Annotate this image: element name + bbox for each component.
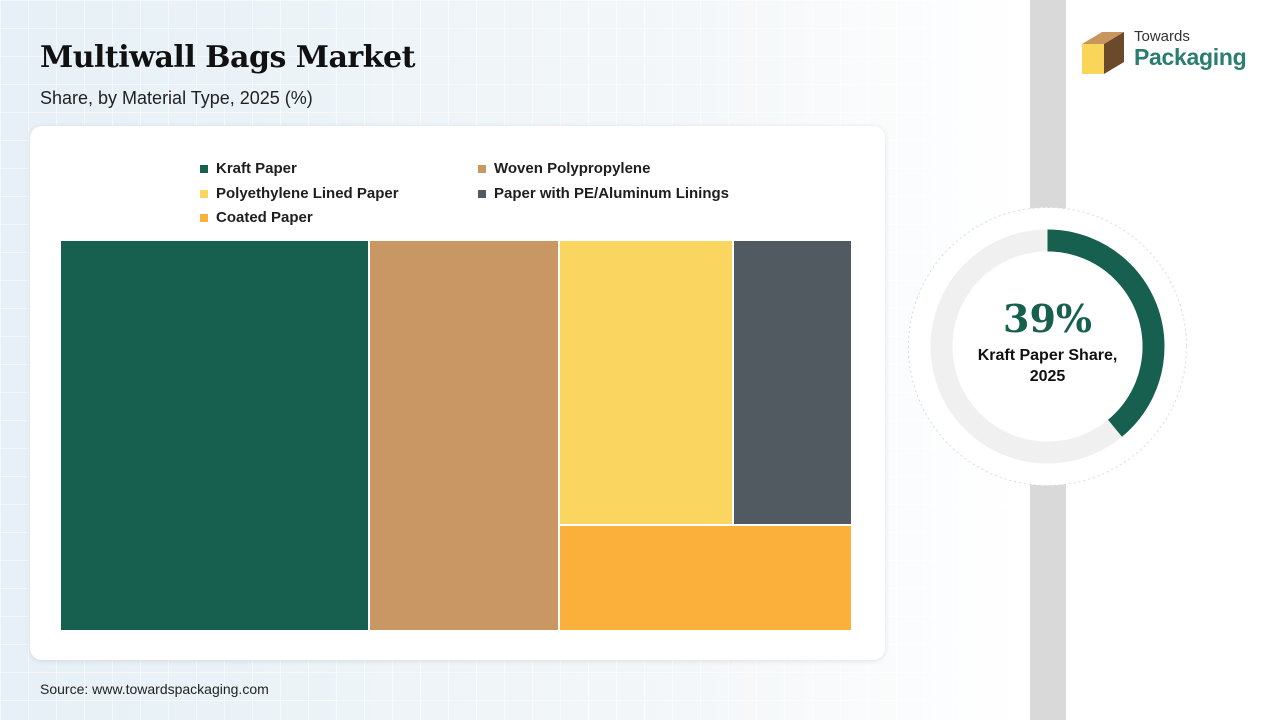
- chart-legend: Kraft Paper Woven Polypropylene Polyethyle…: [200, 160, 760, 240]
- brand-logo: Towards Packaging: [1080, 26, 1260, 76]
- legend-label: Coated Paper: [216, 209, 313, 226]
- legend-item-0: Kraft Paper: [200, 160, 297, 177]
- legend-swatch: [478, 189, 486, 198]
- highlight-value: 39%: [1003, 296, 1092, 341]
- legend-item-2: Polyethylene Lined Paper: [200, 185, 399, 202]
- legend-swatch: [200, 164, 208, 173]
- legend-swatch: [478, 164, 486, 173]
- legend-label: Kraft Paper: [216, 160, 297, 177]
- chart-card: Kraft Paper Woven Polypropylene Polyethyle…: [30, 126, 885, 660]
- source-text: Source: www.towardspackaging.com: [40, 681, 269, 697]
- treemap: [60, 240, 852, 631]
- legend-swatch: [200, 213, 208, 222]
- page-title: Multiwall Bags Market: [40, 40, 415, 75]
- treemap-cell-paper-pe-aluminum: [732, 240, 852, 526]
- box-logo-icon: [1082, 32, 1124, 74]
- treemap-cell-kraft-paper: [60, 240, 369, 631]
- legend-item-3: Paper with PE/Aluminum Linings: [478, 185, 729, 202]
- legend-item-4: Coated Paper: [200, 209, 313, 226]
- legend-label: Polyethylene Lined Paper: [216, 185, 399, 202]
- treemap-cell-polyethylene-lined-paper: [558, 240, 733, 526]
- legend-item-1: Woven Polypropylene: [478, 160, 650, 177]
- legend-label: Woven Polypropylene: [494, 160, 651, 177]
- highlight-donut: 39% Kraft Paper Share, 2025: [905, 204, 1190, 489]
- logo-text-packaging: Packaging: [1134, 44, 1247, 70]
- legend-swatch: [200, 189, 208, 198]
- logo-text-towards: Towards: [1134, 28, 1190, 45]
- legend-label: Paper with PE/Aluminum Linings: [494, 185, 730, 202]
- page-subtitle: Share, by Material Type, 2025 (%): [40, 88, 313, 108]
- treemap-cell-woven-polypropylene: [368, 240, 559, 631]
- highlight-label: Kraft Paper Share, 2025: [977, 347, 1118, 385]
- treemap-cell-coated-paper: [558, 525, 852, 631]
